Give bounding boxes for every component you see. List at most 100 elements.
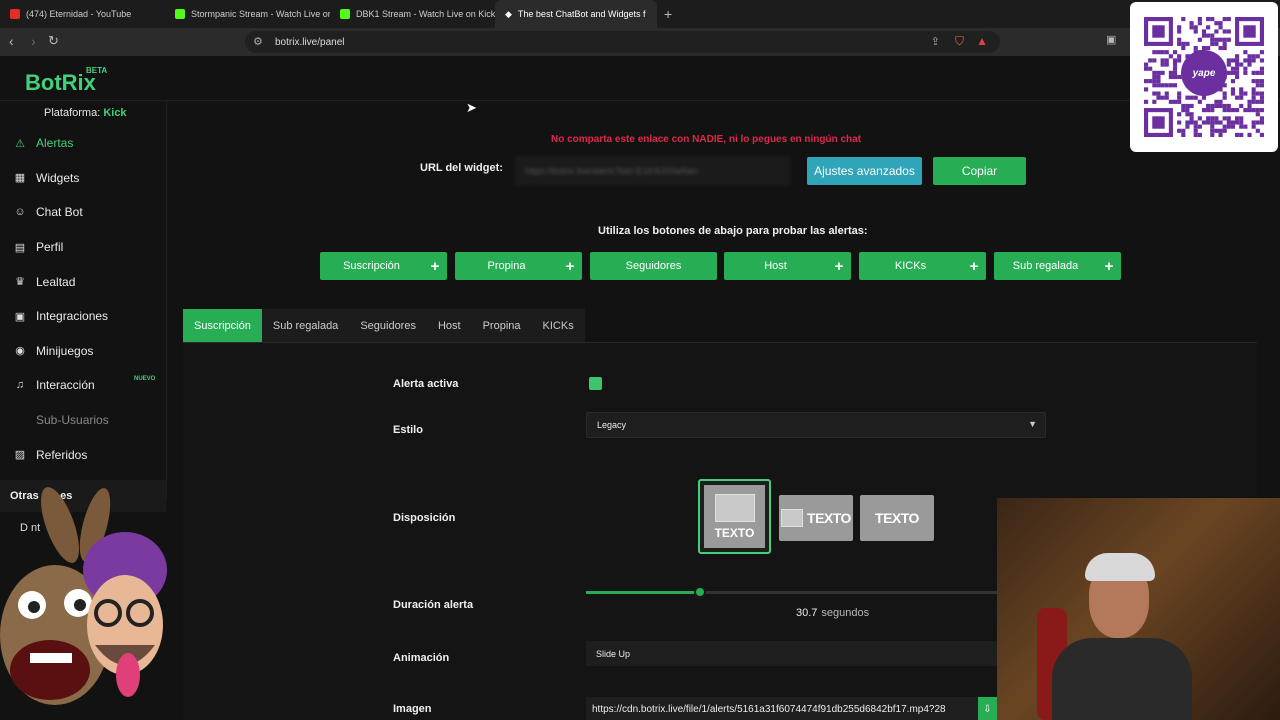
qr-module xyxy=(1255,120,1260,125)
music-icon: ♫ xyxy=(15,379,25,392)
qr-module xyxy=(1251,91,1256,96)
qr-module xyxy=(1189,120,1194,125)
qr-module xyxy=(1168,99,1173,104)
qr-module xyxy=(1230,70,1236,75)
qr-module xyxy=(1160,83,1165,88)
test-propina-button[interactable]: Propina + xyxy=(455,252,582,280)
style-select[interactable]: Legacy ▼ xyxy=(586,412,1046,438)
qr-module xyxy=(1152,70,1157,75)
test-kicks-button[interactable]: KICKs + xyxy=(859,252,986,280)
qr-module xyxy=(1218,99,1223,104)
qr-module xyxy=(1177,37,1182,42)
share-icon[interactable]: ⇪ xyxy=(931,35,940,48)
sidebar-item-integraciones[interactable]: ▣ Integraciones xyxy=(14,299,164,334)
qr-module xyxy=(1222,41,1227,46)
qr-module xyxy=(1214,103,1219,109)
sidebar-item-lealtad[interactable]: ♛ Lealtad xyxy=(14,264,164,299)
layout-option-stacked[interactable]: TEXTO xyxy=(698,479,771,554)
qr-module xyxy=(1197,21,1202,26)
layout-text: TEXTO xyxy=(875,510,919,526)
platform-label: Plataforma: xyxy=(44,107,101,119)
qr-module xyxy=(1193,25,1198,30)
reload-icon[interactable]: ↻ xyxy=(48,33,59,49)
qr-module xyxy=(1230,58,1236,63)
sidebar-item-alertas[interactable]: ⚠ Alertas xyxy=(14,126,164,161)
browser-tab-botrix[interactable]: ◆ The best ChatBot and Widgets f ✕ xyxy=(495,0,657,28)
qr-module xyxy=(1247,62,1252,67)
qr-module xyxy=(1206,103,1211,109)
tab-sub-regalada[interactable]: Sub regalada xyxy=(261,309,350,342)
tab-suscripcion[interactable]: Suscripción xyxy=(183,309,262,342)
mascot-avatar xyxy=(0,487,167,705)
sidebar-toggle-icon[interactable]: ▣ xyxy=(1106,33,1116,46)
site-info-icon[interactable]: ⚙ xyxy=(253,35,263,48)
qr-module xyxy=(1226,103,1231,109)
tab-host[interactable]: Host xyxy=(426,309,472,342)
qr-module xyxy=(1156,70,1161,75)
url-field[interactable]: ⚙ botrix.live/panel ⇪ ⛉ ▲ xyxy=(245,31,1000,53)
qr-module xyxy=(1201,120,1207,125)
brave-shield-icon[interactable]: ⛉ xyxy=(955,34,964,49)
brave-rewards-icon[interactable]: ▲ xyxy=(976,34,988,48)
test-button-label: Propina xyxy=(487,260,526,272)
browser-tab-stormpanic[interactable]: Stormpanic Stream - Watch Live on K xyxy=(165,0,330,28)
test-suscripcion-button[interactable]: Suscripción + xyxy=(320,252,447,280)
duration-slider[interactable] xyxy=(586,586,997,598)
widget-url-field[interactable]: https://botrix.live/alerts?bid=E1KNJ00wN… xyxy=(515,156,791,186)
forward-icon[interactable]: › xyxy=(31,33,36,49)
qr-module xyxy=(1193,124,1198,129)
sidebar-item-sub-usuarios[interactable]: Sub-Usuarios xyxy=(14,403,164,438)
qr-module xyxy=(1168,83,1173,88)
qr-module xyxy=(1243,108,1248,113)
sidebar-item-minijuegos[interactable]: ◉ Minijuegos xyxy=(14,334,164,369)
qr-module xyxy=(1177,99,1182,104)
upload-icon[interactable]: ⇩ xyxy=(978,697,997,720)
browser-tab-dbk1[interactable]: DBK1 Stream - Watch Live on Kick xyxy=(330,0,495,28)
qr-module xyxy=(1156,91,1161,96)
qr-module xyxy=(1181,132,1186,137)
browser-tab-youtube[interactable]: (474) Eternidad - YouTube xyxy=(0,0,165,28)
qr-module xyxy=(1189,116,1194,121)
sidebar-item-perfil[interactable]: ▤ Perfil xyxy=(14,230,164,265)
qr-module xyxy=(1235,116,1240,121)
qr-module xyxy=(1243,91,1248,96)
copy-button[interactable]: Copiar xyxy=(933,157,1026,185)
platform-value: Kick xyxy=(103,107,127,119)
sidebar-nav: ⚠ Alertas ▦ Widgets ☺ Chat Bot ▤ Perfil … xyxy=(14,126,164,472)
qr-module xyxy=(1144,79,1149,84)
plus-icon: + xyxy=(565,257,575,275)
test-sub-regalada-button[interactable]: Sub regalada + xyxy=(994,252,1121,280)
test-seguidores-button[interactable]: Seguidores xyxy=(590,252,717,280)
qr-module xyxy=(1222,95,1227,100)
streamer-body xyxy=(1052,638,1192,720)
alert-type-tabs: Suscripción Sub regalada Seguidores Host… xyxy=(183,309,585,342)
active-alert-checkbox[interactable] xyxy=(589,377,602,390)
new-tab-icon[interactable]: + xyxy=(664,6,672,22)
qr-module xyxy=(1247,54,1252,59)
tab-seguidores[interactable]: Seguidores xyxy=(349,309,427,342)
sidebar-item-referidos[interactable]: ▨ Referidos xyxy=(14,437,164,472)
qr-module xyxy=(1255,91,1260,96)
qr-module xyxy=(1160,50,1165,55)
qr-module xyxy=(1251,95,1256,100)
advanced-settings-button[interactable]: Ajustes avanzados xyxy=(807,157,922,185)
style-select-value: Legacy xyxy=(597,420,627,430)
test-host-button[interactable]: Host + xyxy=(724,252,851,280)
layout-option-side[interactable]: TEXTO xyxy=(779,495,853,541)
sidebar-item-interaccion[interactable]: ♫ Interacción NUEVO xyxy=(14,368,164,403)
sidebar-item-widgets[interactable]: ▦ Widgets xyxy=(14,161,164,196)
qr-module xyxy=(1185,41,1190,46)
tab-propina[interactable]: Propina xyxy=(471,309,532,342)
qr-module xyxy=(1181,45,1186,51)
qr-module xyxy=(1251,124,1256,129)
profile-icon: ▤ xyxy=(14,241,26,254)
layout-option-overlay[interactable]: TEXTO xyxy=(860,495,934,541)
sidebar-item-chat-bot[interactable]: ☺ Chat Bot xyxy=(14,195,164,230)
qr-module xyxy=(1181,103,1186,109)
tab-kicks[interactable]: KICKs xyxy=(531,309,585,342)
tab-title: DBK1 Stream - Watch Live on Kick xyxy=(356,9,495,19)
image-url-field[interactable]: https://cdn.botrix.live/file/1/alerts/51… xyxy=(586,697,978,720)
back-icon[interactable]: ‹ xyxy=(9,33,14,49)
qr-module xyxy=(1222,124,1227,129)
animation-select[interactable]: Slide Up xyxy=(586,641,997,666)
